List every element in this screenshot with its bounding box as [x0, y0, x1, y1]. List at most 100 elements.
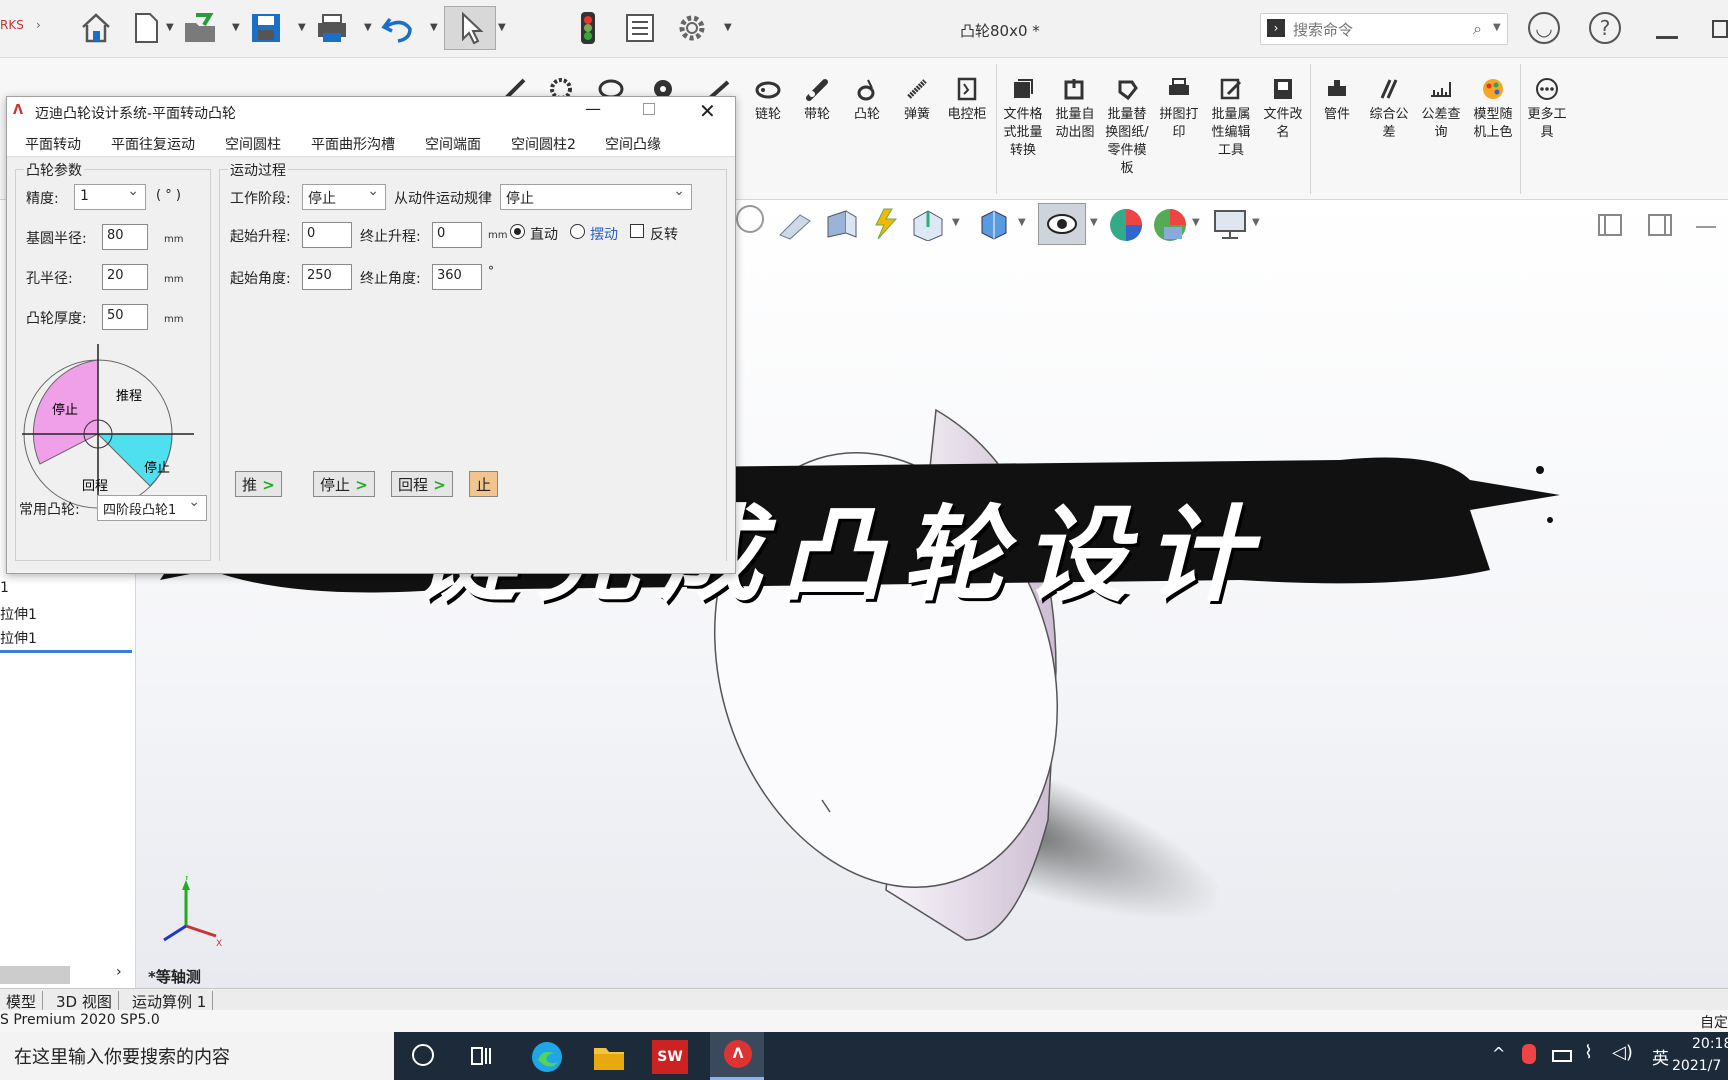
edge-browser-icon[interactable] [530, 1040, 564, 1074]
chevron-down-icon[interactable]: ▼ [364, 22, 372, 33]
volume-icon[interactable]: ◁) [1612, 1042, 1633, 1063]
tab-motion-study[interactable]: 运动算例 1 [126, 991, 214, 1012]
open-file-icon[interactable] [180, 8, 220, 48]
tab-model[interactable]: 模型 [0, 991, 44, 1012]
print-icon[interactable] [312, 8, 352, 48]
display-style-icon[interactable] [976, 207, 1012, 241]
ribbon-rename[interactable]: 文件改名 [1260, 76, 1306, 142]
chevron-down-icon[interactable]: ▼ [1252, 217, 1260, 228]
solidworks-taskbar-icon[interactable]: SW [652, 1040, 688, 1074]
reverse-checkbox[interactable] [630, 224, 644, 238]
menu-planar-reciprocating[interactable]: 平面往复运动 [111, 134, 195, 154]
chevron-down-icon[interactable]: ▼ [1090, 217, 1098, 228]
close-icon[interactable]: ✕ [699, 99, 716, 123]
menu-spatial-cylinder[interactable]: 空间圆柱 [225, 134, 281, 154]
ribbon-batch-drawing[interactable]: 批量自动出图 [1052, 76, 1098, 142]
scene-icon[interactable] [1150, 205, 1190, 245]
chevron-down-icon[interactable]: ▼ [724, 22, 732, 33]
search-icon[interactable]: ⌕ [1473, 19, 1482, 39]
chevron-up-icon[interactable]: ^ [1492, 1044, 1505, 1063]
view-orientation-icon[interactable] [822, 207, 862, 241]
menu-spatial-cylinder-2[interactable]: 空间圆柱2 [511, 134, 576, 154]
chevron-right-icon[interactable]: › [116, 964, 122, 980]
chevron-down-icon[interactable]: ▼ [298, 22, 306, 33]
tree-item[interactable]: 拉伸1 [0, 628, 37, 648]
user-account-icon[interactable]: ◡ [1528, 12, 1560, 44]
appearance-icon[interactable] [1106, 205, 1146, 245]
hide-show-items-icon[interactable] [1038, 203, 1086, 245]
motion-law-select[interactable]: 停止 [500, 183, 692, 210]
ribbon-cam[interactable]: 凸轮 [842, 76, 892, 124]
taskbar-search[interactable]: 在这里输入你要搜索的内容 [0, 1032, 394, 1080]
chevron-down-icon[interactable]: ▼ [1192, 217, 1200, 228]
ime-indicator[interactable]: 英 [1652, 1044, 1669, 1069]
new-document-icon[interactable] [126, 8, 166, 48]
tree-item[interactable]: 1 [0, 580, 9, 596]
panel-left-icon[interactable] [1596, 212, 1626, 240]
chevron-right-icon[interactable]: › [36, 18, 41, 32]
search-command-box[interactable]: › ⌕ ▼ [1260, 13, 1508, 45]
maidi-taskbar-icon[interactable]: Ʌ [710, 1032, 764, 1080]
step-stop2-button[interactable]: 止 [469, 471, 499, 497]
ribbon-random-color[interactable]: 模型随机上色 [1470, 76, 1516, 142]
thickness-input[interactable]: 50 [102, 304, 148, 330]
gear-icon[interactable] [672, 8, 712, 48]
restore-icon[interactable] [1712, 20, 1728, 38]
ribbon-belt-pulley[interactable]: 带轮 [792, 76, 842, 124]
step-push-button[interactable]: 推 > [235, 471, 282, 497]
cam-3d-model[interactable] [636, 300, 1336, 1020]
chevron-down-icon[interactable]: ▼ [430, 22, 438, 33]
chevron-down-icon[interactable]: ▼ [952, 217, 960, 228]
ribbon-batch-replace[interactable]: 批量替换图纸/零件模板 [1104, 76, 1150, 178]
task-view-icon[interactable] [470, 1044, 496, 1068]
ribbon-control-cabinet[interactable]: 电控柜 [942, 76, 992, 124]
menu-planar-rotary[interactable]: 平面转动 [25, 134, 81, 154]
menu-spatial-flange[interactable]: 空间凸缘 [605, 134, 661, 154]
menu-spatial-face[interactable]: 空间端面 [425, 134, 481, 154]
maximize-icon[interactable] [643, 103, 655, 115]
zoom-icon[interactable] [736, 205, 764, 233]
common-cam-select[interactable]: 四阶段凸轮1 [97, 494, 207, 521]
ribbon-print[interactable]: 拼图打印 [1156, 76, 1202, 142]
ribbon-spring[interactable]: 弹簧 [892, 76, 942, 124]
step-return-button[interactable]: 回程 > [391, 471, 453, 497]
chevron-down-icon[interactable]: ▼ [498, 22, 506, 33]
ribbon-pipe-fitting[interactable]: 管件 [1314, 76, 1360, 124]
end-angle-input[interactable]: 360 [432, 264, 482, 290]
select-cursor-icon[interactable] [444, 6, 496, 50]
hole-radius-input[interactable]: 20 [102, 264, 148, 290]
radio-swing[interactable] [570, 224, 585, 239]
qq-icon[interactable] [1522, 1044, 1536, 1064]
dynamic-annotation-icon[interactable] [866, 207, 906, 241]
precision-select[interactable]: 1 [74, 183, 146, 210]
options-list-icon[interactable] [620, 8, 660, 48]
battery-icon[interactable] [1552, 1050, 1572, 1062]
section-view-icon[interactable] [776, 207, 816, 241]
wifi-icon[interactable]: ⌇ [1584, 1042, 1593, 1063]
undo-icon[interactable] [378, 8, 418, 48]
menu-planar-groove[interactable]: 平面曲形沟槽 [311, 134, 395, 154]
save-icon[interactable] [246, 8, 286, 48]
ribbon-batch-edit[interactable]: 批量属性编辑工具 [1208, 76, 1254, 160]
radio-direct[interactable] [510, 224, 525, 239]
clock-time[interactable]: 20:18 [1692, 1036, 1728, 1052]
cortana-icon[interactable] [412, 1044, 434, 1066]
base-radius-input[interactable]: 80 [102, 224, 148, 250]
stage-select[interactable]: 停止 [302, 183, 386, 210]
home-icon[interactable] [76, 8, 116, 48]
tab-3d-view[interactable]: 3D 视图 [50, 991, 119, 1012]
horizontal-scrollbar[interactable] [0, 966, 70, 984]
minimize-icon[interactable]: — [585, 99, 601, 118]
minimize-icon[interactable] [1656, 36, 1678, 39]
chevron-down-icon[interactable]: ▼ [1493, 22, 1501, 33]
start-lift-input[interactable]: 0 [302, 222, 352, 248]
ribbon-tolerance-query[interactable]: 公差查询 [1418, 76, 1464, 142]
help-icon[interactable]: ? [1589, 12, 1621, 44]
chevron-down-icon[interactable]: ▼ [166, 22, 174, 33]
start-angle-input[interactable]: 250 [302, 264, 352, 290]
view-settings-icon[interactable] [908, 207, 948, 241]
view-monitor-icon[interactable] [1212, 207, 1248, 241]
panel-right-icon[interactable] [1646, 212, 1676, 240]
ribbon-chain-wheel[interactable]: 链轮 [743, 76, 793, 124]
ribbon-batch-convert[interactable]: 文件格式批量转换 [1000, 76, 1046, 160]
